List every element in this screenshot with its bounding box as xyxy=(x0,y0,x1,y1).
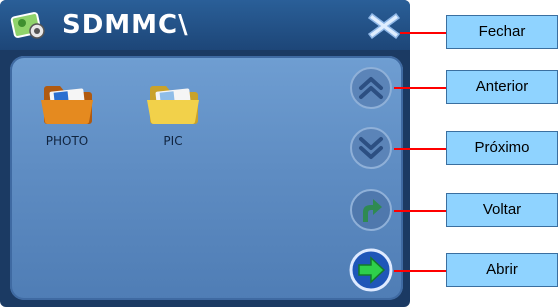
callout-line xyxy=(400,32,446,34)
callout-line xyxy=(394,270,446,272)
folder-item-photo[interactable]: PHOTO xyxy=(32,74,102,148)
device-screen: SDMMC\ PHOTO PIC xyxy=(0,0,410,307)
folder-item-pic[interactable]: PIC xyxy=(138,74,208,148)
close-button[interactable] xyxy=(367,11,401,41)
callout-previous: Anterior xyxy=(446,70,558,104)
folder-label: PHOTO xyxy=(45,134,89,148)
right-arrow-icon xyxy=(349,248,393,292)
folder-icon xyxy=(147,86,199,125)
callout-next: Próximo xyxy=(446,131,558,165)
callout-back: Voltar xyxy=(446,193,558,227)
folder-label: PIC xyxy=(163,134,183,148)
open-button[interactable] xyxy=(349,248,393,292)
callout-line xyxy=(394,87,446,89)
callout-open: Abrir xyxy=(446,253,558,287)
title-bar: SDMMC\ xyxy=(0,0,410,50)
double-chevron-up-icon xyxy=(350,67,392,109)
return-arrow-icon xyxy=(350,189,392,231)
folder-icon xyxy=(41,86,93,125)
back-button[interactable] xyxy=(349,188,393,232)
double-chevron-down-icon xyxy=(350,127,392,169)
next-button[interactable] xyxy=(349,126,393,170)
callout-line xyxy=(394,148,446,150)
photo-app-icon xyxy=(10,9,48,41)
callout-line xyxy=(394,210,446,212)
close-icon xyxy=(367,12,401,40)
window-title: SDMMC\ xyxy=(62,10,189,40)
previous-button[interactable] xyxy=(349,66,393,110)
file-browser-panel: PHOTO PIC xyxy=(10,56,403,300)
callout-close: Fechar xyxy=(446,15,558,49)
